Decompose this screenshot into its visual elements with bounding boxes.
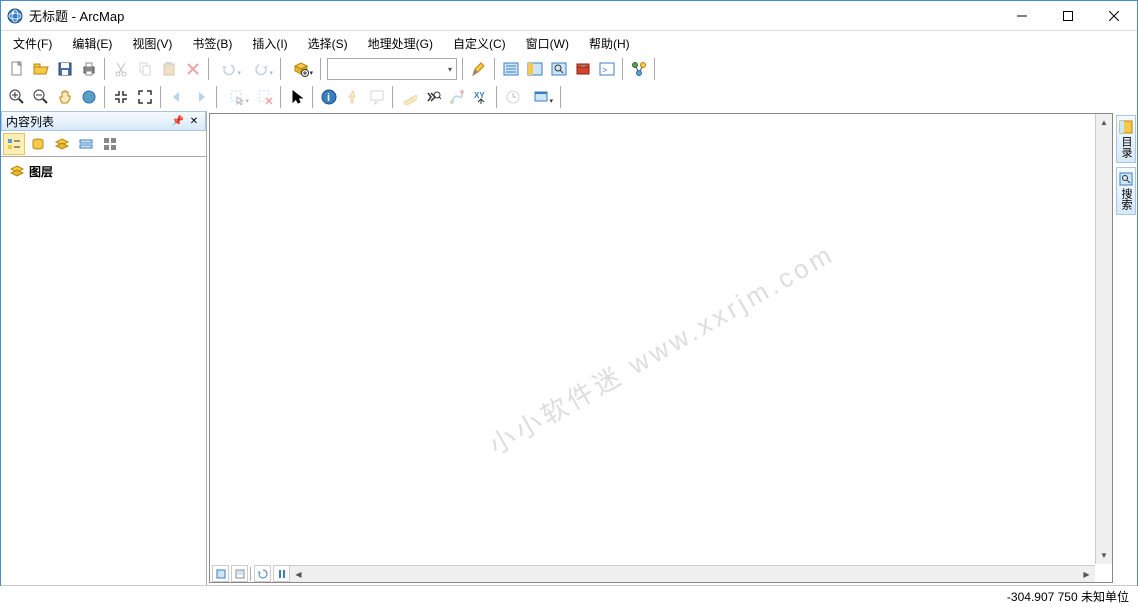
editor-toolbar-button[interactable] (468, 58, 490, 80)
pointer-button[interactable] (286, 86, 308, 108)
python-button[interactable]: >_ (596, 58, 618, 80)
menu-insert[interactable]: 插入(I) (242, 32, 297, 55)
identify-button[interactable]: i (318, 86, 340, 108)
menu-view[interactable]: 视图(V) (122, 32, 182, 55)
arctoolbox-button[interactable] (572, 58, 594, 80)
viewer-button[interactable] (526, 86, 556, 108)
toc-button[interactable] (500, 58, 522, 80)
menu-customize[interactable]: 自定义(C) (443, 32, 516, 55)
select-features-button[interactable] (222, 86, 252, 108)
side-panels: 目录 搜索 (1115, 111, 1137, 585)
standard-toolbar: >_ (1, 55, 1137, 83)
measure-button[interactable] (398, 86, 420, 108)
horizontal-scrollbar[interactable]: ◀▶ (290, 565, 1095, 582)
refresh-button[interactable] (254, 565, 271, 582)
find-route-button[interactable] (446, 86, 468, 108)
new-doc-button[interactable] (6, 58, 28, 80)
app-icon (7, 8, 23, 24)
toc-body: 图层 (1, 157, 206, 585)
titlebar: 无标题 - ArcMap (1, 1, 1137, 31)
toc-tabs (1, 131, 206, 157)
list-by-source-tab[interactable] (27, 133, 49, 155)
map-scale-input[interactable] (327, 58, 457, 80)
layout-view-tab[interactable] (231, 565, 248, 582)
paste-button[interactable] (158, 58, 180, 80)
add-data-button[interactable] (286, 58, 316, 80)
fixed-zoom-in-button[interactable] (110, 86, 132, 108)
copy-button[interactable] (134, 58, 156, 80)
catalog-side-tab[interactable]: 目录 (1116, 115, 1136, 163)
pause-button[interactable] (273, 565, 290, 582)
zoom-out-button[interactable] (30, 86, 52, 108)
fixed-zoom-out-button[interactable] (134, 86, 156, 108)
list-by-drawing-order-tab[interactable] (3, 133, 25, 155)
toc-options-tab[interactable] (99, 133, 121, 155)
catalog-button[interactable] (524, 58, 546, 80)
save-button[interactable] (54, 58, 76, 80)
maximize-button[interactable] (1045, 1, 1091, 31)
cut-button[interactable] (110, 58, 132, 80)
table-of-contents-panel: 内容列表 📌 ✕ 图层 (1, 111, 207, 585)
view-tabs (212, 565, 290, 582)
pin-icon[interactable]: 📌 (171, 114, 185, 128)
back-extent-button[interactable] (166, 86, 188, 108)
layers-label: 图层 (29, 163, 53, 180)
print-button[interactable] (78, 58, 100, 80)
tools-toolbar: i XY (1, 83, 1137, 111)
time-slider-button[interactable] (502, 86, 524, 108)
menu-bookmarks[interactable]: 书签(B) (182, 32, 242, 55)
coordinates-display: -304.907 750 未知单位 (1007, 588, 1129, 605)
menu-windows[interactable]: 窗口(W) (516, 32, 579, 55)
open-button[interactable] (30, 58, 52, 80)
watermark: 小小软件迷 www.xxrjm.com (481, 234, 841, 463)
hyperlink-button[interactable] (342, 86, 364, 108)
statusbar: -304.907 750 未知单位 (1, 585, 1137, 607)
window-title: 无标题 - ArcMap (29, 6, 124, 25)
redo-button[interactable] (246, 58, 276, 80)
full-extent-button[interactable] (78, 86, 100, 108)
toc-header[interactable]: 内容列表 📌 ✕ (1, 111, 206, 131)
pan-button[interactable] (54, 86, 76, 108)
list-by-selection-tab[interactable] (75, 133, 97, 155)
search-button[interactable] (548, 58, 570, 80)
svg-text:i: i (327, 92, 330, 104)
menu-selection[interactable]: 选择(S) (298, 32, 358, 55)
list-by-visibility-tab[interactable] (51, 133, 73, 155)
map-canvas[interactable]: 小小软件迷 www.xxrjm.com ▲▼ ◀▶ (209, 113, 1113, 583)
menu-file[interactable]: 文件(F) (3, 32, 62, 55)
close-icon[interactable]: ✕ (187, 114, 201, 128)
clear-selection-button[interactable] (254, 86, 276, 108)
menu-help[interactable]: 帮助(H) (579, 32, 640, 55)
menubar: 文件(F) 编辑(E) 视图(V) 书签(B) 插入(I) 选择(S) 地理处理… (1, 31, 1137, 55)
vertical-scrollbar[interactable]: ▲▼ (1095, 114, 1112, 564)
layers-icon (9, 164, 25, 180)
delete-button[interactable] (182, 58, 204, 80)
undo-button[interactable] (214, 58, 244, 80)
menu-geoprocessing[interactable]: 地理处理(G) (358, 32, 443, 55)
find-button[interactable] (422, 86, 444, 108)
data-view-tab[interactable] (212, 565, 229, 582)
svg-text:>_: >_ (602, 65, 613, 75)
menu-edit[interactable]: 编辑(E) (62, 32, 122, 55)
model-builder-button[interactable] (628, 58, 650, 80)
forward-extent-button[interactable] (190, 86, 212, 108)
minimize-button[interactable] (999, 1, 1045, 31)
layers-root-node[interactable]: 图层 (9, 163, 198, 180)
close-button[interactable] (1091, 1, 1137, 31)
search-side-tab[interactable]: 搜索 (1116, 167, 1136, 215)
svg-text:XY: XY (474, 91, 485, 100)
zoom-in-button[interactable] (6, 86, 28, 108)
goto-xy-button[interactable]: XY (470, 86, 492, 108)
html-popup-button[interactable] (366, 86, 388, 108)
toc-title: 内容列表 (6, 113, 54, 130)
